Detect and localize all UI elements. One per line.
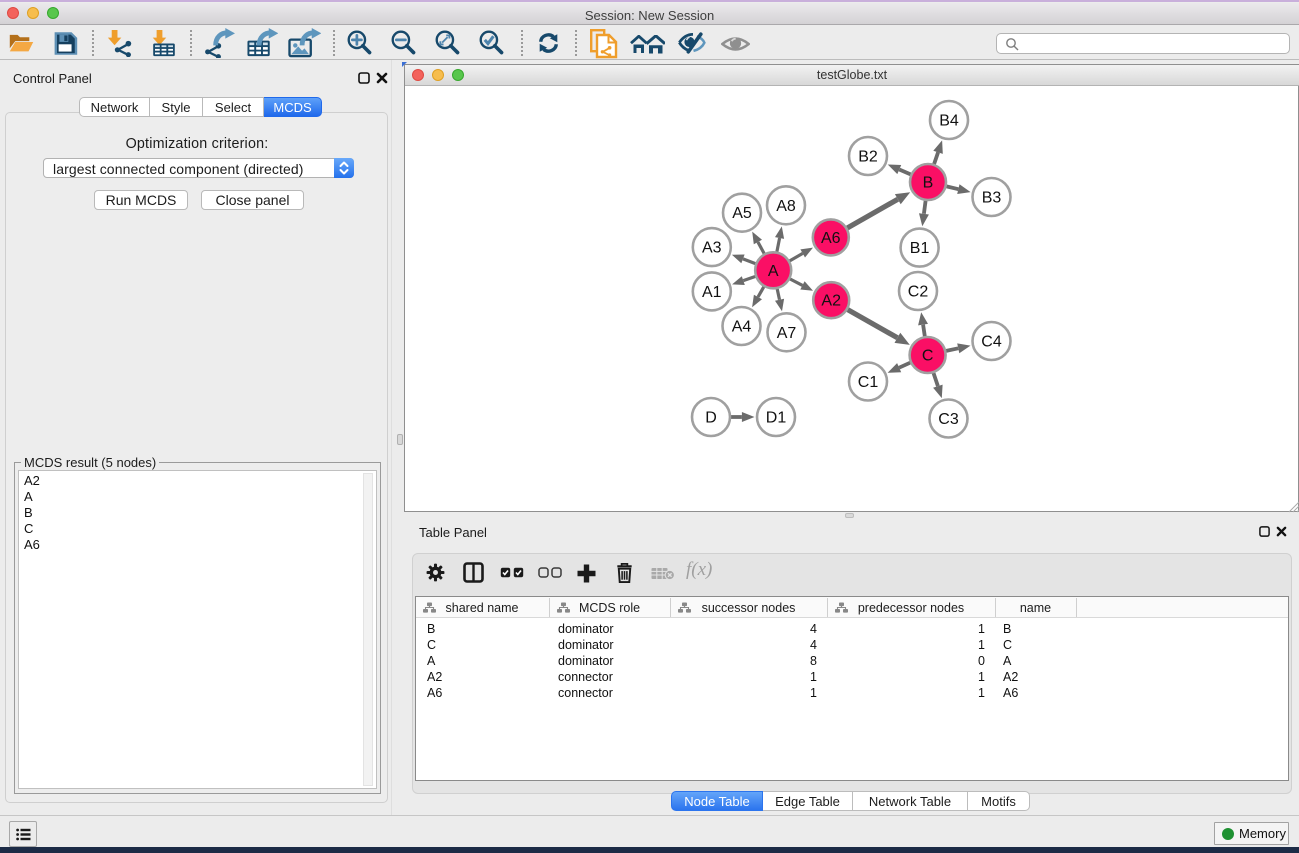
svg-text:D: D: [705, 410, 717, 427]
svg-text:C1: C1: [858, 374, 879, 391]
svg-text:B2: B2: [858, 149, 878, 166]
svg-text:B1: B1: [910, 240, 930, 257]
svg-text:A1: A1: [702, 284, 722, 301]
svg-text:A: A: [768, 263, 779, 280]
svg-text:A2: A2: [821, 293, 841, 310]
svg-text:A6: A6: [821, 230, 841, 247]
svg-text:C: C: [922, 348, 934, 365]
svg-text:A3: A3: [702, 240, 722, 257]
svg-text:C3: C3: [938, 411, 959, 428]
svg-text:A4: A4: [732, 319, 752, 336]
svg-text:A5: A5: [732, 205, 752, 222]
svg-text:B4: B4: [939, 113, 959, 130]
svg-text:A7: A7: [777, 325, 797, 342]
svg-text:A8: A8: [776, 198, 796, 215]
svg-text:B3: B3: [982, 190, 1002, 207]
svg-text:D1: D1: [766, 410, 787, 427]
svg-text:C4: C4: [981, 334, 1002, 351]
svg-text:B: B: [923, 175, 934, 192]
svg-text:C2: C2: [908, 284, 929, 301]
